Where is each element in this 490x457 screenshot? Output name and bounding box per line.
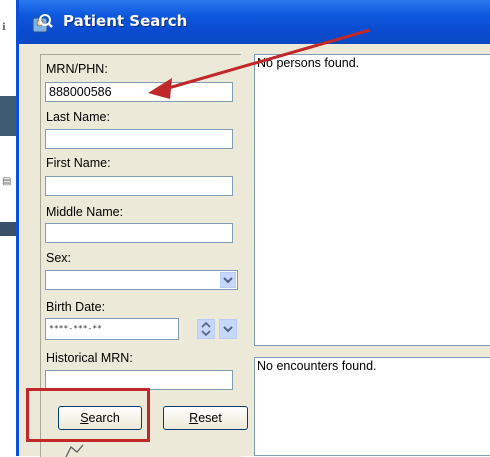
red-highlight-box: [26, 388, 150, 442]
